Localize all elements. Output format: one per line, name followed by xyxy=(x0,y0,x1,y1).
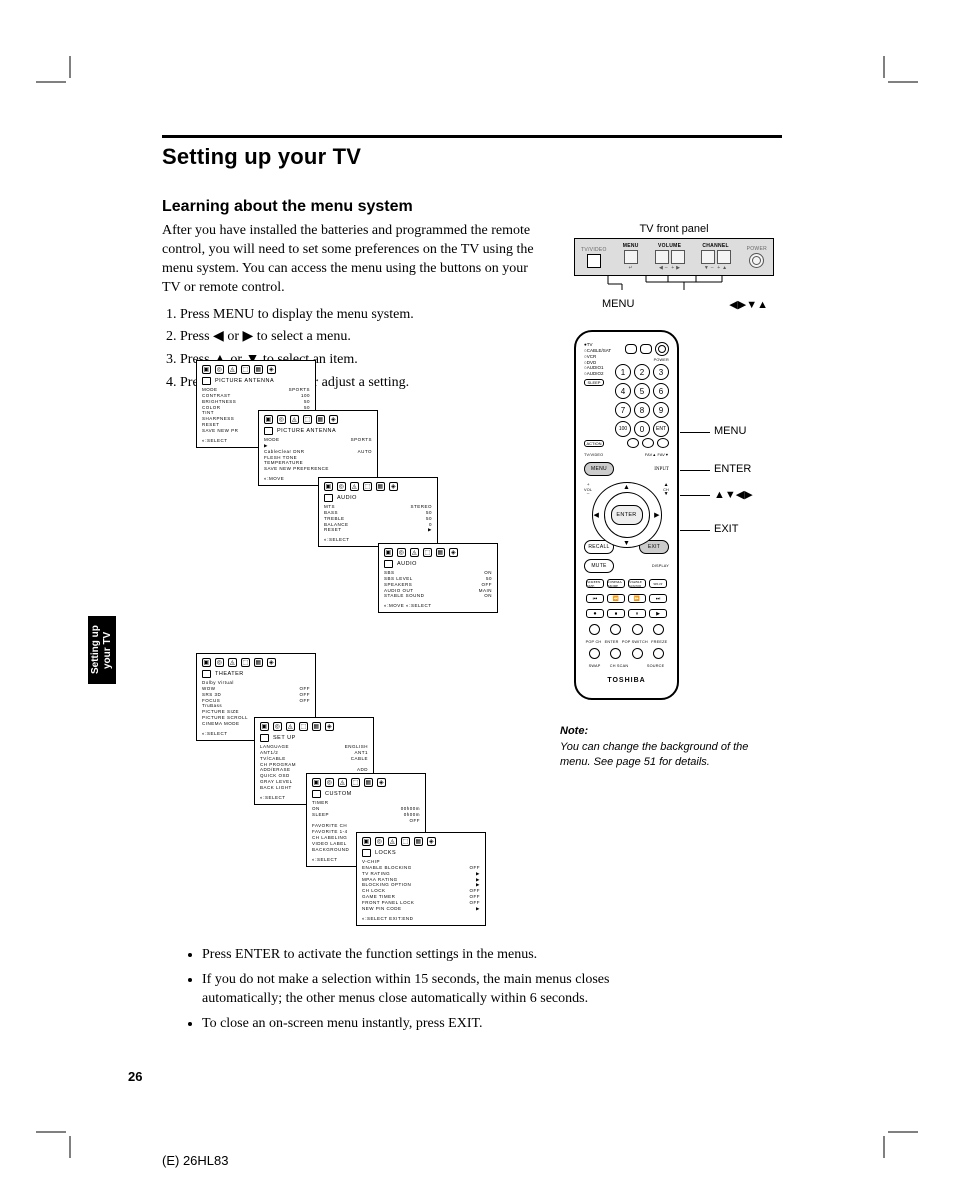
section-rule xyxy=(162,135,782,138)
callout-enter: ENTER xyxy=(714,463,751,475)
callout-menu: MENU xyxy=(714,425,746,437)
front-panel-menu-label: MENU xyxy=(602,298,634,311)
note-item: If you do not make a selection within 15… xyxy=(202,971,622,1009)
note-item: Press ENTER to activate the function set… xyxy=(202,946,622,965)
step-item: Press MENU to display the menu system. xyxy=(180,304,560,326)
chapter-tab: Setting up your TV xyxy=(88,616,116,684)
front-panel-label: TV front panel xyxy=(574,223,774,235)
note-text: You can change the background of the men… xyxy=(560,740,780,770)
page-heading: Setting up your TV xyxy=(162,144,782,170)
osd-audio-2: ▣◎◬⬚▦◈ AUDIO SBSON SBS LEVEL50 SPEAKERSO… xyxy=(378,543,498,613)
note-item: To close an on-screen menu instantly, pr… xyxy=(202,1015,622,1034)
page-number: 26 xyxy=(128,1069,142,1084)
osd-picture-2: ▣◎◬⬚▦◈ PICTURE ANTENNA MODESPORTS ▶ Cabl… xyxy=(258,410,378,486)
note-block: Note: You can change the background of t… xyxy=(560,725,780,770)
step-item: Press ◀ or ▶ to select a menu. xyxy=(180,326,560,348)
osd-audio-1: ▣◎◬⬚▦◈ AUDIO MTSSTEREO BASS50 TREBLE50 B… xyxy=(318,477,438,547)
remote-brand: TOSHIBA xyxy=(607,677,645,684)
remote-enter-button: ENTER xyxy=(611,505,643,525)
callout-exit: EXIT xyxy=(714,523,738,535)
intro-paragraph: After you have installed the batteries a… xyxy=(162,222,542,298)
footer-model: (E) 26HL83 xyxy=(162,1153,228,1168)
remote-diagram: ●TV○CABLE/SAT○VCR ○DVD○AUDIO1○AUDIO2 SLE… xyxy=(574,330,709,700)
tv-front-panel-diagram: TV front panel TV/VIDEO MENU↵ VOLUME◀ – … xyxy=(574,223,774,311)
osd-menu-cascade: ▣◎◬⬚▦◈ PICTURE ANTENNA MODESPORTS CONTRA… xyxy=(196,360,596,940)
notes-list: Press ENTER to activate the function set… xyxy=(202,946,622,1040)
front-panel-arrows-label: ◀▶▼▲ xyxy=(729,298,768,311)
osd-locks: ▣◎◬⬚▦◈ LOCKS V-CHIP ENABLE BLOCKINGOFF T… xyxy=(356,832,486,926)
remote-dpad: ▲ ▼ ◀ ▶ ENTER xyxy=(592,482,662,548)
section-heading: Learning about the menu system xyxy=(162,198,782,216)
remote-menu-button: MENU xyxy=(584,462,614,476)
callout-dpad: ▲▼◀▶ xyxy=(714,488,753,501)
note-heading: Note: xyxy=(560,725,780,737)
